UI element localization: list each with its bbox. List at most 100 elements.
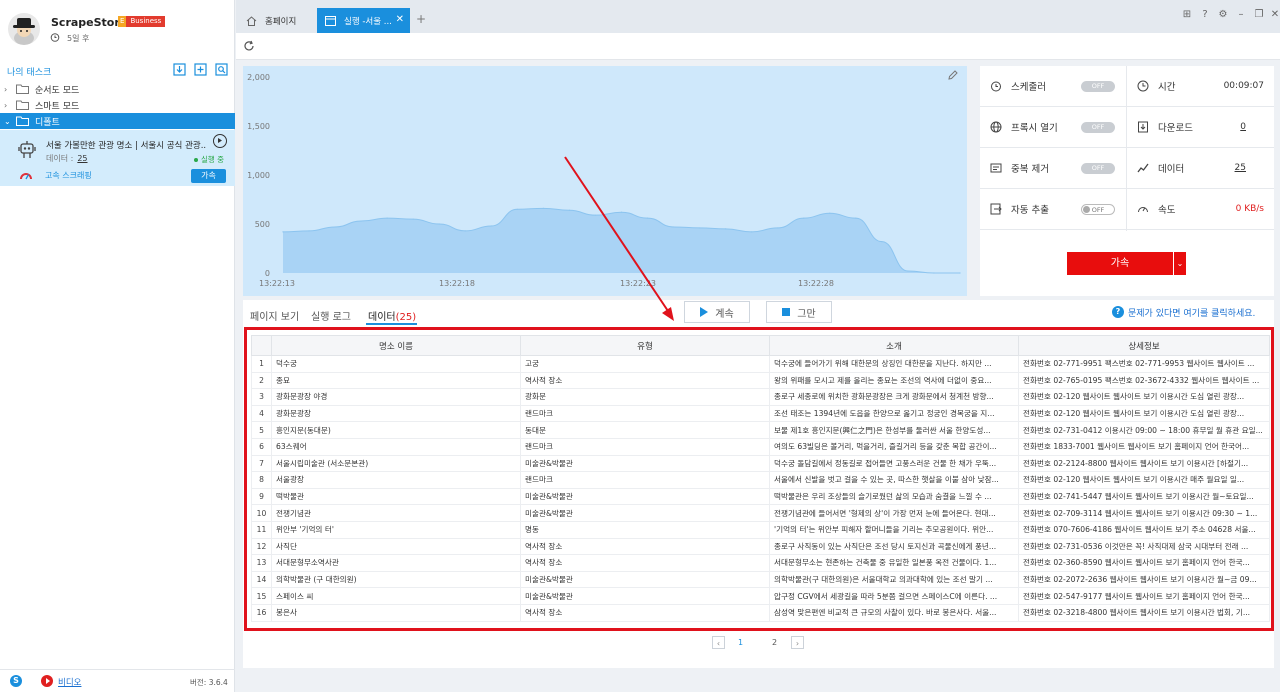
stat-browser: 프록시 열기 OFF — [980, 107, 1126, 148]
table-row[interactable]: 4 광화문광장 랜드마크 조선 태조는 1394년에 도읍을 한양으로 옮기고 정궁인… — [251, 404, 1270, 423]
data-point — [542, 207, 544, 209]
table-row[interactable]: 13 서대문형무소역사관 역사적 장소 서대문형무소는 현존하는 건축물 중 유일한 … — [251, 554, 1270, 572]
table-cell: 고궁 — [520, 355, 770, 373]
prev-page-icon[interactable]: ‹ — [712, 636, 725, 649]
table-cell: 랜드마크 — [520, 437, 770, 456]
table-cell: 사직단 — [271, 537, 521, 556]
table-cell: 전화번호 1833-7001 웹사이트 웹사이트 보기 홈페이지 언어 한국어.… — [1018, 437, 1270, 456]
chevron-down-icon[interactable]: ⌄ — [1174, 252, 1186, 275]
table-row[interactable]: 2 종묘 역사적 장소 왕의 위패를 모시고 제를 올리는 종묘는 조선의 역사에 더… — [251, 371, 1270, 390]
youtube-icon[interactable] — [41, 675, 53, 687]
table-cell: 흥인지문(동대문) — [271, 421, 521, 439]
table-cell: 전화번호 02-120 웹사이트 웹사이트 보기 이용시간 매주 월요일 일..… — [1018, 471, 1270, 489]
page-1[interactable]: 1 — [734, 636, 747, 649]
table-row[interactable]: 3 광화문광장 야경 광화문 종로구 세종로에 위치한 광화문광장은 크게 광화문에서… — [251, 388, 1270, 406]
table-row[interactable]: 5 흥인지문(동대문) 동대문 보물 제1호 흥인지문(興仁之門)은 한성부를 둘러싼… — [251, 421, 1270, 439]
table-cell: 종로구 사직동이 있는 사직단은 조선 당시 토지신과 곡물신에게 풍년... — [769, 537, 1019, 556]
maximize-icon[interactable]: ❐ — [1254, 10, 1264, 20]
table-cell: 전화번호 02-765-0195 팩스번호 02-3672-4332 웹사이트 … — [1018, 371, 1270, 390]
table-cell: 스페이스 씨 — [271, 587, 521, 605]
stop-label: 그만 — [797, 308, 816, 320]
minimize-icon[interactable]: – — [1236, 10, 1246, 20]
stat-auto-export: 자동 추출 OFF — [980, 189, 1126, 230]
task-data-label: 데이터 : — [46, 154, 74, 163]
column-header[interactable]: 유형 — [520, 335, 770, 356]
stat-speed: 속도 0 KB/s — [1127, 189, 1274, 230]
task-item[interactable]: 서울 가볼만한 관광 명소 | 서울시 공식 관광... 데이터 :25 실행 … — [0, 130, 235, 186]
refresh-icon[interactable] — [243, 40, 255, 52]
video-link[interactable]: 비디오 — [58, 676, 81, 688]
column-header[interactable]: 소개 — [769, 335, 1019, 356]
table-row[interactable]: 8 서울광장 랜드마크 서울에서 신발을 벗고 걸을 수 있는 곳, 따스한 햇살을 … — [251, 471, 1270, 489]
avatar[interactable] — [8, 13, 40, 45]
folder-label: 스마트 모드 — [35, 101, 80, 112]
table-cell: 전화번호 02-731-0412 이용시간 09:00 ~ 18:00 휴무일 … — [1018, 421, 1270, 439]
close-icon[interactable]: ✕ — [396, 14, 404, 25]
column-header[interactable]: 명소 이름 — [271, 335, 521, 356]
next-page-icon[interactable]: › — [791, 636, 804, 649]
auto-export-toggle[interactable]: OFF — [1081, 203, 1115, 215]
browser-toggle[interactable]: OFF — [1081, 121, 1115, 133]
table-row[interactable]: 9 떡박물관 미술관&박물관 떡박물관은 우리 조상들의 슬기로웠던 삶의 모습과 숨… — [251, 487, 1270, 506]
tab-page-view[interactable]: 페이지 보기 — [250, 308, 299, 323]
speedometer-icon — [1138, 207, 1148, 213]
task-name: 서울 가볼만한 관광 명소 | 서울시 공식 관광... — [46, 141, 206, 151]
table-row[interactable]: 14 의학박물관 (구 대한의원) 미술관&박물관 의학박물관(구 대한의원)은 서울… — [251, 570, 1270, 589]
help-link[interactable]: 문제가 있다면 여기를 클릭하세요. — [1128, 306, 1255, 319]
stat-label: 시간 — [1158, 82, 1176, 93]
column-header[interactable] — [251, 335, 272, 356]
table-row[interactable]: 7 서울시립미술관 (서소문본관) 미술관&박물관 덕수궁 돌담길에서 정동길로 접어… — [251, 454, 1270, 473]
folder-smart-mode[interactable]: › 스마트 모드 — [0, 97, 235, 113]
table-row[interactable]: 10 전쟁기념관 미술관&박물관 전쟁기념관에 들어서면 '형제의 상'이 가장 먼저… — [251, 504, 1270, 522]
table-cell: 63스퀘어 — [271, 437, 521, 456]
table-row[interactable]: 6 63스퀘어 랜드마크 여의도 63빌딩은 볼거리, 먹을거리, 즐길거리 등을 갖… — [251, 437, 1270, 456]
table-cell: 봉은사 — [271, 603, 521, 622]
folder-default[interactable]: ⌄ 디폴트 — [0, 113, 235, 129]
play-icon[interactable] — [213, 134, 227, 148]
question-icon[interactable]: ? — [1112, 306, 1124, 318]
tab-homepage[interactable]: 홈페이지 — [238, 8, 316, 33]
pencil-icon[interactable] — [948, 70, 958, 80]
table-cell: 의학박물관(구 대한의원)은 서울대학교 의과대학에 있는 조선 말기 ... — [769, 570, 1019, 589]
gift-icon[interactable]: ⊞ — [1182, 10, 1192, 20]
table-row[interactable]: 16 봉은사 역사적 장소 삼성역 맞은편엔 비교적 큰 규모의 사찰이 있다. 바로… — [251, 603, 1270, 622]
stat-dedupe: 중복 제거 OFF — [980, 148, 1126, 189]
help-icon[interactable]: ? — [1200, 10, 1210, 20]
import-task-icon[interactable] — [173, 63, 186, 76]
table-row[interactable]: 1 덕수궁 고궁 덕수궁에 들어가기 위해 대한문의 상징인 대한문을 지난다. 하지… — [251, 355, 1270, 373]
page-2[interactable]: 2 — [768, 636, 781, 649]
continue-button[interactable]: 계속 — [684, 301, 750, 323]
table-cell: 서울시립미술관 (서소문본관) — [271, 454, 521, 473]
row-index: 8 — [251, 471, 272, 489]
gear-icon[interactable]: ⚙ — [1218, 10, 1228, 20]
accelerate-button[interactable]: 가속 — [1067, 252, 1173, 275]
tab-data[interactable]: 데이터(25) — [368, 308, 416, 323]
table-cell: 전화번호 02-120 웹사이트 웹사이트 보기 이용시간 도심 열린 광장..… — [1018, 388, 1270, 406]
table-cell: 랜드마크 — [520, 471, 770, 489]
skype-icon[interactable]: S — [10, 675, 22, 687]
task-data-value[interactable]: 25 — [77, 154, 87, 163]
version-label: 버전: 3.6.4 — [190, 678, 228, 687]
search-task-icon[interactable] — [215, 63, 228, 76]
sidebar-footer: S 비디오 버전: 3.6.4 — [0, 669, 235, 692]
stop-button[interactable]: 그만 — [766, 301, 832, 323]
accelerate-button[interactable]: 가속 — [191, 169, 226, 183]
dedupe-toggle[interactable]: OFF — [1081, 162, 1115, 174]
tab-run-log[interactable]: 실행 로그 — [311, 308, 351, 323]
table-cell: 덕수궁에 들어가기 위해 대한문의 상징인 대한문을 지난다. 하지만 ... — [769, 355, 1019, 373]
table-cell: 보물 제1호 흥인지문(興仁之門)은 한성부를 둘러싼 서울 한양도성... — [769, 421, 1019, 439]
folder-flowchart-mode[interactable]: › 순서도 모드 — [0, 81, 235, 97]
table-row[interactable]: 12 사직단 역사적 장소 종로구 사직동이 있는 사직단은 조선 당시 토지신과 곡… — [251, 537, 1270, 556]
column-header[interactable]: 상세정보 — [1018, 335, 1270, 356]
stat-value[interactable]: 25 — [1235, 163, 1246, 173]
table-cell: 덕수궁 — [271, 355, 521, 373]
scheduler-toggle[interactable]: OFF — [1081, 80, 1115, 92]
add-tab-icon[interactable]: + — [416, 12, 426, 26]
table-row[interactable]: 15 스페이스 씨 미술관&박물관 압구정 CGV에서 세광길을 따라 5분쯤 걸으면… — [251, 587, 1270, 605]
table-row[interactable]: 11 위안부 '기억의 터' 명동 '기억의 터'는 위안부 피해자 할머니들을 기리… — [251, 520, 1270, 539]
tab-run[interactable]: 실행 -서울 ... ✕ — [317, 8, 410, 33]
table-cell: '기억의 터'는 위안부 피해자 할머니들을 기리는 추모공원이다. 위안... — [769, 520, 1019, 539]
new-task-icon[interactable] — [194, 63, 207, 76]
close-window-icon[interactable]: ✕ — [1270, 10, 1280, 20]
stat-value[interactable]: 0 — [1240, 122, 1246, 132]
